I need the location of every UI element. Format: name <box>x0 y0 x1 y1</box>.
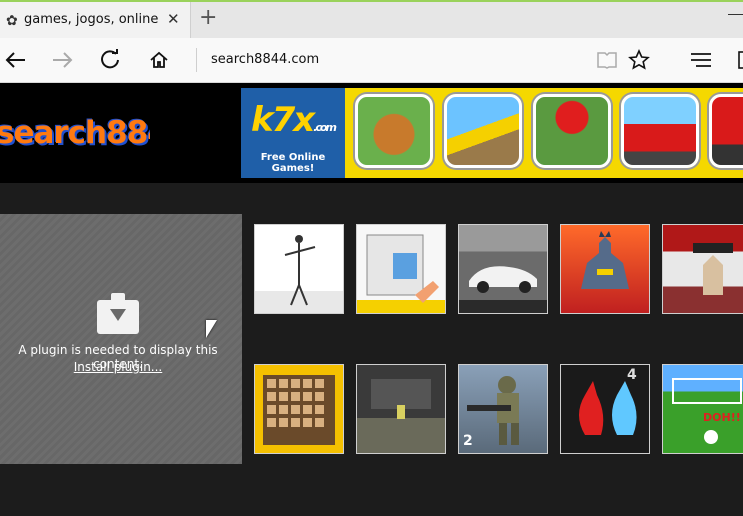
game-thumbnail-1[interactable] <box>254 224 344 314</box>
k7x-brand: k7x <box>251 100 315 140</box>
plugin-download-icon <box>97 293 139 334</box>
address-bar-row: search8844.com <box>0 38 743 83</box>
game-thumbnail-3[interactable] <box>458 224 548 314</box>
game-thumbnail-4[interactable] <box>560 224 650 314</box>
game-8-number: 2 <box>463 433 473 449</box>
reading-view-icon[interactable] <box>594 47 620 73</box>
game-thumbnail-9[interactable]: 4 <box>560 364 650 454</box>
banner-game-monkey[interactable] <box>355 94 433 168</box>
tab-bar: ✿ games, jogos, online ga ✕ + <box>0 0 743 38</box>
site-logo[interactable]: search8844 <box>0 93 150 173</box>
back-arrow-icon[interactable] <box>2 47 28 73</box>
tab-title: games, jogos, online ga <box>24 12 159 27</box>
forward-arrow-icon[interactable] <box>50 47 76 73</box>
game-thumbnail-8[interactable]: 2 <box>458 364 548 454</box>
game-thumbnail-5[interactable] <box>662 224 743 314</box>
url-field[interactable]: search8844.com <box>211 52 319 67</box>
banner-game-block[interactable] <box>444 94 522 168</box>
game-thumbnail-7[interactable] <box>356 364 446 454</box>
game-10-text: DOH!! <box>703 411 741 424</box>
close-icon[interactable]: ✕ <box>167 10 180 28</box>
k7x-banner-ad[interactable]: k7x.com Free Online Games! <box>241 88 743 178</box>
home-icon[interactable] <box>146 47 172 73</box>
plus-icon[interactable]: + <box>199 7 217 29</box>
k7x-brand-suffix: .com <box>313 121 337 134</box>
hub-icon[interactable] <box>688 47 714 73</box>
k7x-logo[interactable]: k7x.com Free Online Games! <box>241 88 345 178</box>
game-thumbnail-2[interactable] <box>356 224 446 314</box>
logo-text: search8844 <box>0 115 150 151</box>
divider <box>196 48 197 72</box>
plugin-placeholder: A plugin is needed to display this conte… <box>0 214 242 464</box>
banner-game-race[interactable] <box>709 94 743 168</box>
install-plugin-link[interactable]: Install plugin... <box>0 360 236 374</box>
minimize-icon[interactable] <box>728 14 743 15</box>
game-thumbnail-10[interactable]: DOH!! <box>662 364 743 454</box>
refresh-icon[interactable] <box>97 47 123 73</box>
favorite-star-icon[interactable] <box>626 47 652 73</box>
site-header: search8844 k7x.com Free Online Games! <box>0 83 743 183</box>
mouse-cursor-icon <box>206 320 217 338</box>
game-thumbnail-6[interactable] <box>254 364 344 454</box>
banner-game-balloons[interactable] <box>533 94 611 168</box>
banner-game-red-car[interactable] <box>621 94 699 168</box>
browser-tab[interactable]: ✿ games, jogos, online ga ✕ <box>0 2 191 38</box>
web-note-icon[interactable] <box>732 47 743 73</box>
puzzle-icon: ✿ <box>6 13 18 29</box>
k7x-tagline: Free Online Games! <box>260 152 326 174</box>
game-9-number: 4 <box>627 367 637 383</box>
